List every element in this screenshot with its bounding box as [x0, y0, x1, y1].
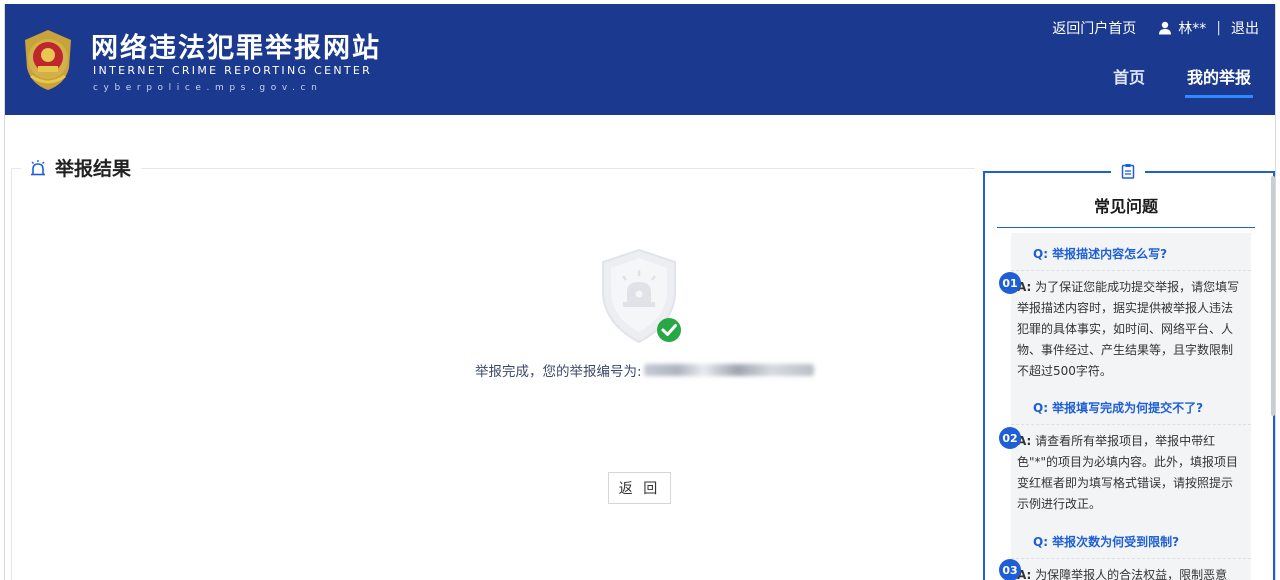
faq-title: 常见问题 — [997, 193, 1255, 228]
top-links: 返回门户首页 林** | 退出 — [1052, 18, 1259, 38]
main-nav: 首页 我的举报 — [1071, 64, 1254, 98]
section-title: 举报结果 — [21, 154, 142, 181]
site-title: 网络违法犯罪举报网站 — [91, 33, 381, 64]
faq-answer: A: 为保障举报人的合法权益，限制恶意 — [1011, 559, 1251, 580]
nav-tab-home[interactable]: 首页 — [1113, 64, 1145, 98]
section-divider — [11, 168, 975, 169]
police-emblem-icon — [25, 30, 71, 90]
faq-answer: A: 请查看所有举报项目，举报中带红色"*"的项目为必填内容。此外，填报项目变红… — [1011, 425, 1251, 523]
faq-answer-text: 为保障举报人的合法权益，限制恶意 — [1035, 568, 1228, 580]
site-subtitle: INTERNET CRIME REPORTING CENTER — [93, 64, 373, 77]
portal-home-link[interactable]: 返回门户首页 — [1052, 18, 1136, 38]
result-message: 举报完成，您的举报编号为: — [475, 360, 814, 380]
faq-number-badge: 02 — [999, 427, 1021, 449]
browser-frame: 网络违法犯罪举报网站 INTERNET CRIME REPORTING CENT… — [4, 4, 1276, 580]
faq-number-badge: 03 — [999, 559, 1021, 580]
nav-tab-my-reports[interactable]: 我的举报 — [1184, 64, 1254, 98]
user-name[interactable]: 林** — [1178, 18, 1206, 38]
alarm-icon — [31, 159, 45, 175]
success-shield-icon — [602, 248, 681, 344]
faq-item[interactable]: Q: 举报填写完成为何提交不了? A: 请查看所有举报项目，举报中带红色"*"的… — [999, 387, 1251, 523]
site-domain: cyberpolice.mps.gov.cn — [93, 83, 323, 93]
clipboard-icon — [1121, 164, 1135, 179]
section-heading: 举报结果 — [5, 154, 975, 181]
scrollbar[interactable] — [1271, 176, 1275, 416]
faq-question[interactable]: Q: 举报填写完成为何提交不了? — [1011, 387, 1251, 425]
site-header: 网络违法犯罪举报网站 INTERNET CRIME REPORTING CENT… — [5, 4, 1275, 115]
link-separator: | — [1216, 20, 1221, 36]
faq-question[interactable]: Q: 举报描述内容怎么写? — [1011, 233, 1251, 271]
back-button[interactable]: 返 回 — [608, 472, 671, 504]
content-border — [11, 168, 12, 580]
faq-panel: 常见问题 Q: 举报描述内容怎么写? A: 为了保证您能成功提交举报，请您填写举… — [983, 161, 1275, 580]
result-message-text: 举报完成，您的举报编号为: — [475, 364, 642, 380]
faq-question[interactable]: Q: 举报次数为何受到限制? — [1011, 521, 1251, 559]
faq-item[interactable]: Q: 举报次数为何受到限制? A: 为保障举报人的合法权益，限制恶意 03 — [999, 521, 1251, 580]
faq-item[interactable]: Q: 举报描述内容怎么写? A: 为了保证您能成功提交举报，请您填写举报描述内容… — [999, 233, 1251, 390]
logout-link[interactable]: 退出 — [1231, 18, 1259, 38]
faq-header-icon-wrap — [1111, 161, 1145, 181]
section-title-text: 举报结果 — [55, 158, 132, 180]
faq-number-badge: 01 — [999, 272, 1021, 294]
faq-answer: A: 为了保证您能成功提交举报，请您填写举报描述内容时，据实提供被举报人违法犯罪… — [1011, 271, 1251, 390]
faq-answer-text: 请查看所有举报项目，举报中带红色"*"的项目为必填内容。此外，填报项目变红框者即… — [1017, 434, 1239, 511]
report-id-obscured — [643, 364, 814, 376]
user-icon — [1159, 21, 1172, 35]
faq-answer-text: 为了保证您能成功提交举报，请您填写举报描述内容时，据实提供被举报人违法犯罪的具体… — [1017, 280, 1240, 378]
